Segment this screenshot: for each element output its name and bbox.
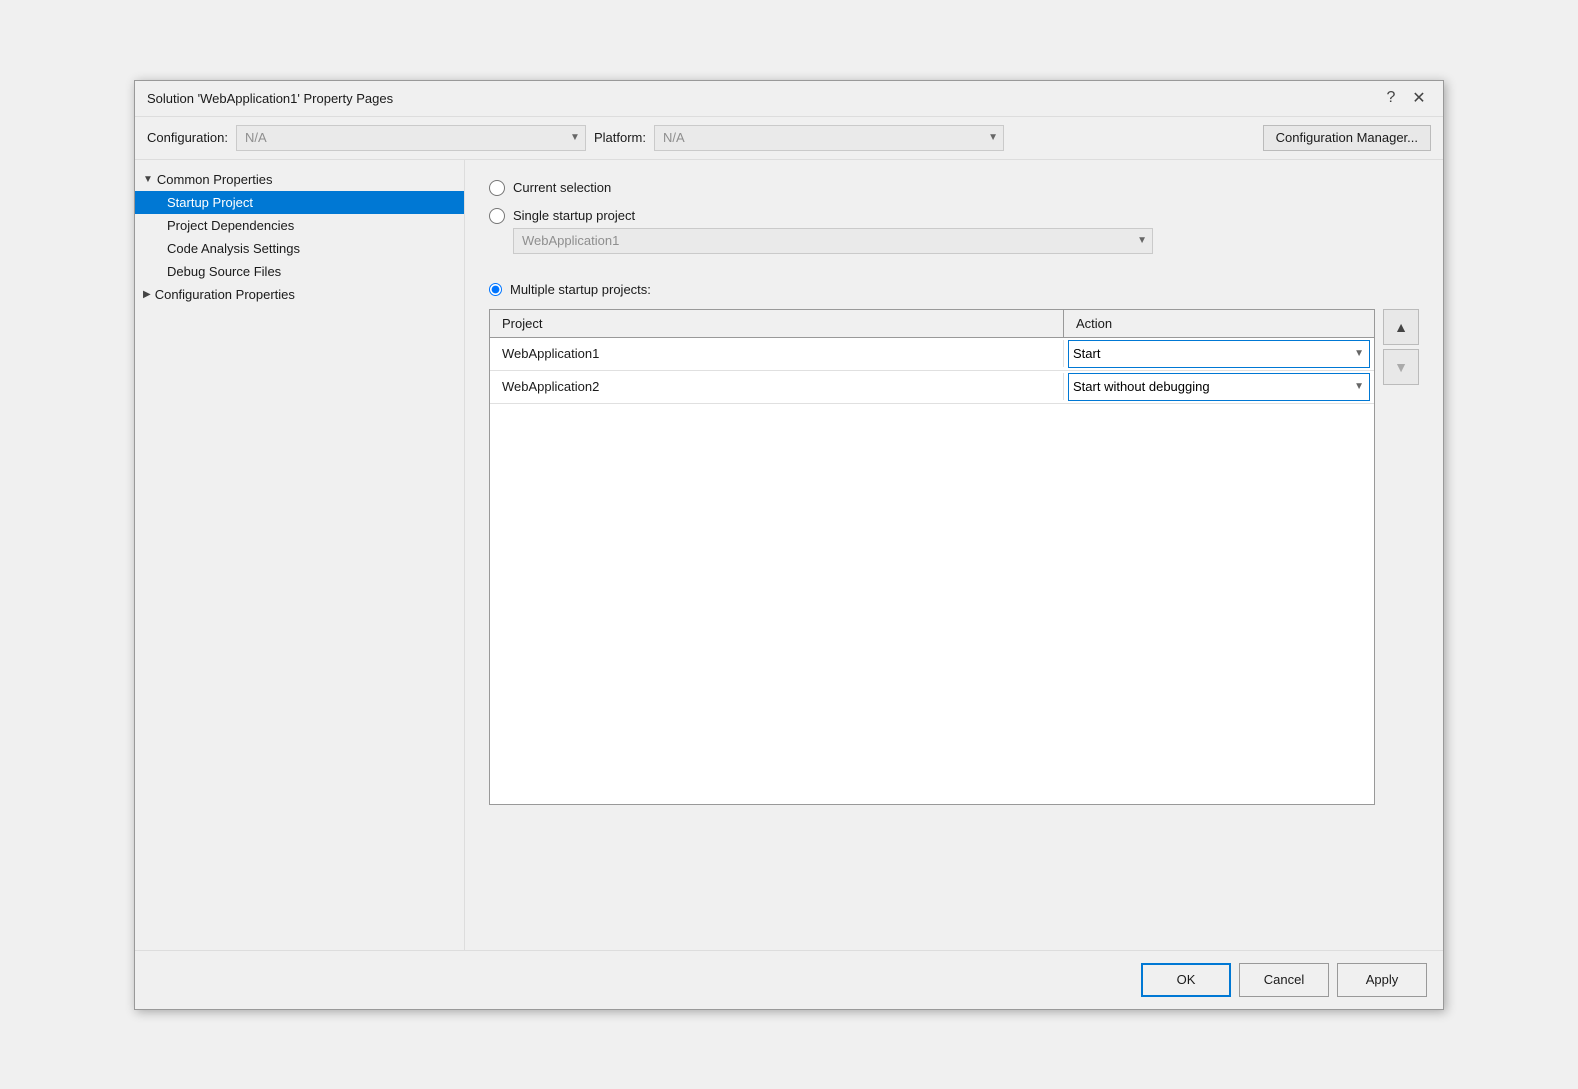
action-select-wrapper-1: None Start Start without debugging ▼	[1068, 340, 1370, 368]
platform-select[interactable]: N/A	[654, 125, 1004, 151]
multiple-startup-label[interactable]: Multiple startup projects:	[510, 282, 651, 297]
current-selection-radio[interactable]	[489, 180, 505, 196]
action-select-1[interactable]: None Start Start without debugging	[1068, 340, 1370, 368]
sidebar-item-project-dependencies-label: Project Dependencies	[167, 218, 294, 233]
projects-table: Project Action WebApplication1 None	[489, 309, 1375, 805]
table-row: WebApplication1 None Start Start without…	[490, 338, 1374, 371]
dialog: Solution 'WebApplication1' Property Page…	[134, 80, 1444, 1010]
col-action-header: Action	[1064, 310, 1374, 337]
sidebar-item-code-analysis-label: Code Analysis Settings	[167, 241, 300, 256]
right-panel: Current selection Single startup project…	[465, 160, 1443, 950]
platform-label: Platform:	[594, 130, 646, 145]
main-content: ▼ Common Properties Startup Project Proj…	[135, 160, 1443, 950]
action-select-wrapper-2: None Start Start without debugging ▼	[1068, 373, 1370, 401]
single-startup-group: Single startup project WebApplication1 ▼	[489, 208, 1419, 254]
config-manager-button[interactable]: Configuration Manager...	[1263, 125, 1431, 151]
sidebar-item-startup-project[interactable]: Startup Project	[135, 191, 464, 214]
sidebar-item-debug-source-label: Debug Source Files	[167, 264, 281, 279]
move-up-button[interactable]: ▲	[1383, 309, 1419, 345]
cancel-button[interactable]: Cancel	[1239, 963, 1329, 997]
dialog-title: Solution 'WebApplication1' Property Page…	[147, 91, 393, 106]
ok-button[interactable]: OK	[1141, 963, 1231, 997]
projects-table-container: Project Action WebApplication1 None	[489, 309, 1419, 805]
multiple-startup-row: Multiple startup projects:	[489, 282, 1419, 297]
move-buttons: ▲ ▼	[1383, 309, 1419, 385]
action-cell-2: None Start Start without debugging ▼	[1064, 371, 1374, 403]
configuration-properties-header[interactable]: ▶ Configuration Properties	[135, 283, 464, 306]
common-properties-arrow: ▼	[143, 174, 153, 185]
sidebar-item-debug-source-files[interactable]: Debug Source Files	[135, 260, 464, 283]
multiple-startup-radio[interactable]	[489, 283, 502, 296]
help-button[interactable]: ?	[1379, 86, 1403, 110]
table-row: WebApplication2 None Start Start without…	[490, 371, 1374, 404]
config-bar: Configuration: N/A ▼ Platform: N/A ▼ Con…	[135, 117, 1443, 160]
single-startup-row: Single startup project	[489, 208, 1419, 224]
title-bar: Solution 'WebApplication1' Property Page…	[135, 81, 1443, 117]
configuration-label: Configuration:	[147, 130, 228, 145]
single-startup-radio[interactable]	[489, 208, 505, 224]
single-startup-label[interactable]: Single startup project	[513, 208, 635, 223]
configuration-select[interactable]: N/A	[236, 125, 586, 151]
platform-select-wrapper: N/A ▼	[654, 125, 1004, 151]
configuration-select-wrapper: N/A ▼	[236, 125, 586, 151]
apply-button[interactable]: Apply	[1337, 963, 1427, 997]
move-down-button[interactable]: ▼	[1383, 349, 1419, 385]
sidebar-item-project-dependencies[interactable]: Project Dependencies	[135, 214, 464, 237]
action-select-2[interactable]: None Start Start without debugging	[1068, 373, 1370, 401]
action-cell-1: None Start Start without debugging ▼	[1064, 338, 1374, 370]
configuration-properties-label: Configuration Properties	[155, 287, 295, 302]
current-selection-row: Current selection	[489, 180, 1419, 196]
single-startup-dropdown: WebApplication1 ▼	[513, 228, 1419, 254]
sidebar-item-code-analysis-settings[interactable]: Code Analysis Settings	[135, 237, 464, 260]
common-properties-label: Common Properties	[157, 172, 273, 187]
common-properties-header[interactable]: ▼ Common Properties	[135, 168, 464, 191]
table-header: Project Action	[490, 310, 1374, 338]
multiple-startup-section: Multiple startup projects: Project Actio…	[489, 282, 1419, 805]
table-empty-area	[490, 404, 1374, 804]
current-selection-label[interactable]: Current selection	[513, 180, 611, 195]
single-startup-select-wrapper: WebApplication1 ▼	[513, 228, 1153, 254]
configuration-properties-arrow: ▶	[143, 289, 151, 300]
project-cell-1: WebApplication1	[490, 340, 1064, 367]
title-bar-buttons: ? ✕	[1379, 86, 1431, 110]
bottom-bar: OK Cancel Apply	[135, 950, 1443, 1009]
sidebar-item-startup-project-label: Startup Project	[167, 195, 253, 210]
startup-options-group: Current selection Single startup project…	[489, 180, 1419, 805]
sidebar: ▼ Common Properties Startup Project Proj…	[135, 160, 465, 950]
project-cell-2: WebApplication2	[490, 373, 1064, 400]
close-button[interactable]: ✕	[1407, 86, 1431, 110]
single-startup-select[interactable]: WebApplication1	[513, 228, 1153, 254]
col-project-header: Project	[490, 310, 1064, 337]
